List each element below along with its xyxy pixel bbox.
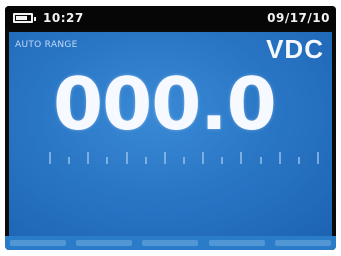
unit-label: VDC <box>266 34 324 64</box>
bargraph-tick <box>106 157 108 164</box>
softkey-bar <box>5 236 336 250</box>
bargraph-tick <box>145 157 147 164</box>
bargraph-tick <box>298 157 300 164</box>
status-bar: 10:27 09/17/10 <box>5 6 336 30</box>
clock-time: 10:27 <box>43 11 84 25</box>
bargraph-tick <box>49 152 51 164</box>
bargraph-tick <box>202 152 204 164</box>
meter-display: 10:27 09/17/10 AUTO RANGE VDC 000.0 <box>5 6 336 250</box>
range-label: AUTO RANGE <box>15 40 78 50</box>
softkey-button[interactable] <box>10 240 67 246</box>
bargraph-tick <box>87 152 89 164</box>
bargraph-tick <box>240 152 242 164</box>
bargraph-tick <box>221 157 223 164</box>
bargraph-tick <box>164 152 166 164</box>
bargraph-tick <box>126 152 128 164</box>
bargraph-tick <box>68 157 70 164</box>
date-display: 09/17/10 <box>267 11 330 25</box>
analog-bargraph <box>49 152 319 166</box>
softkey-button[interactable] <box>208 240 265 246</box>
softkey-button[interactable] <box>142 240 199 246</box>
primary-reading: 000.0 <box>53 62 277 146</box>
measurement-screen: AUTO RANGE VDC 000.0 <box>9 32 332 236</box>
bargraph-tick <box>260 157 262 164</box>
softkey-button[interactable] <box>76 240 133 246</box>
battery-level-fill <box>16 16 27 20</box>
battery-icon <box>13 13 36 23</box>
bargraph-tick <box>317 152 319 164</box>
bargraph-tick <box>183 157 185 164</box>
softkey-button[interactable] <box>274 240 331 246</box>
bargraph-tick <box>279 152 281 164</box>
